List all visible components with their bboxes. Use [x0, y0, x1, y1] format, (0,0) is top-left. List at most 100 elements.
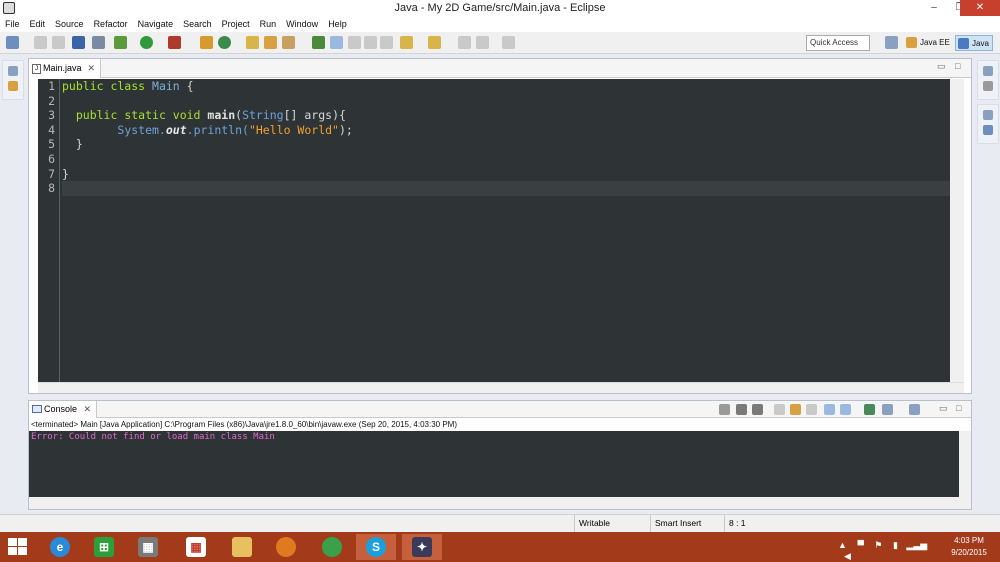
app-icon[interactable]: ▦	[128, 534, 168, 560]
show-on-output-icon[interactable]	[824, 404, 835, 415]
line-number: 7	[48, 166, 55, 181]
new-java-project-icon[interactable]	[200, 36, 213, 49]
new-icon[interactable]	[6, 36, 19, 49]
eclipse-icon[interactable]: ✦	[402, 534, 442, 560]
line-number-gutter: 1 2 3 4 5 6 7 8	[38, 79, 60, 382]
menu-edit[interactable]: Edit	[25, 16, 51, 32]
console-vertical-scrollbar[interactable]	[959, 431, 971, 497]
prev-annotation-icon[interactable]	[428, 36, 441, 49]
battery-icon[interactable]: ▮	[893, 540, 898, 550]
menu-window[interactable]: Window	[281, 16, 323, 32]
save-all-icon[interactable]	[52, 36, 65, 49]
code-line-current	[62, 181, 950, 196]
chevron-up-icon[interactable]: ▲	[838, 540, 847, 550]
menu-help[interactable]: Help	[323, 16, 352, 32]
block-selection-icon[interactable]	[348, 36, 361, 49]
network-icon[interactable]: ▂▃▅	[906, 540, 927, 550]
pin-console-icon[interactable]	[864, 404, 875, 415]
restore-icon[interactable]	[983, 110, 993, 120]
volume-icon[interactable]: ◀	[844, 551, 851, 561]
code-punct: }	[62, 166, 69, 181]
code-area[interactable]: 1 2 3 4 5 6 7 8 public class Main { publ…	[38, 79, 950, 382]
display-console-icon[interactable]	[882, 404, 893, 415]
editor-panel: J Main.java ✕ ▭ □ 1 2 3 4 5 6 7 8 public…	[28, 58, 972, 394]
menu-refactor[interactable]: Refactor	[89, 16, 133, 32]
app-grid-icon[interactable]: ▦	[176, 534, 216, 560]
forward-icon[interactable]	[502, 36, 515, 49]
line-number: 8	[48, 181, 55, 196]
maximize-view-icon[interactable]: □	[956, 403, 961, 413]
maximize-view-icon[interactable]: □	[955, 61, 960, 71]
minimize-button[interactable]: –	[921, 0, 947, 16]
last-edit-icon[interactable]	[458, 36, 471, 49]
restore-icon[interactable]	[8, 66, 18, 76]
external-tools-icon[interactable]	[168, 36, 181, 49]
save-icon[interactable]	[34, 36, 47, 49]
main-toolbar: Quick Access Java EE Java	[0, 32, 1000, 54]
open-type-icon[interactable]	[246, 36, 259, 49]
back-icon[interactable]	[476, 36, 489, 49]
file-explorer-icon[interactable]	[222, 534, 262, 560]
scroll-lock-icon[interactable]	[790, 404, 801, 415]
open-folder-icon[interactable]	[264, 36, 277, 49]
code-class-name: Main	[152, 79, 180, 93]
menu-file[interactable]: File	[0, 16, 25, 32]
line-number: 6	[48, 151, 55, 166]
close-button[interactable]: ✕	[960, 0, 1000, 16]
menu-run[interactable]: Run	[255, 16, 282, 32]
editor-horizontal-scrollbar[interactable]	[38, 382, 964, 393]
open-perspective-icon[interactable]	[885, 36, 898, 49]
search-icon[interactable]	[282, 36, 295, 49]
open-console-icon[interactable]	[909, 404, 920, 415]
quick-access-input[interactable]: Quick Access	[806, 35, 870, 51]
console-tab[interactable]: Console ✕	[29, 401, 97, 418]
word-wrap-icon[interactable]	[806, 404, 817, 415]
show-whitespace-icon[interactable]	[380, 36, 393, 49]
outline-icon[interactable]	[983, 125, 993, 135]
close-tab-icon[interactable]: ✕	[87, 59, 95, 78]
flag-icon[interactable]: ⚑	[874, 540, 882, 550]
remove-all-launches-icon[interactable]	[752, 404, 763, 415]
skip-breakpoints-icon[interactable]	[92, 36, 105, 49]
highlight-icon[interactable]	[330, 36, 343, 49]
show-on-error-icon[interactable]	[840, 404, 851, 415]
console-output[interactable]: Error: Could not find or load main class…	[29, 431, 959, 497]
status-insert-mode: Smart Insert	[650, 515, 722, 532]
firefox-icon[interactable]	[266, 534, 306, 560]
line-number: 2	[48, 93, 55, 108]
package-explorer-icon[interactable]	[8, 81, 18, 91]
menu-source[interactable]: Source	[50, 16, 89, 32]
internet-explorer-icon[interactable]: e	[40, 534, 80, 560]
word-wrap-icon[interactable]	[364, 36, 377, 49]
chrome-icon[interactable]	[312, 534, 352, 560]
clear-console-icon[interactable]	[774, 404, 785, 415]
system-clock[interactable]: 4:03 PM 9/20/2015	[940, 535, 998, 559]
menu-navigate[interactable]: Navigate	[133, 16, 179, 32]
windows-start-icon[interactable]	[8, 538, 28, 556]
debug-icon[interactable]	[114, 36, 127, 49]
menu-project[interactable]: Project	[217, 16, 255, 32]
restore-icon[interactable]	[983, 66, 993, 76]
menu-search[interactable]: Search	[178, 16, 217, 32]
editor-tab-main-java[interactable]: J Main.java ✕	[29, 59, 101, 78]
terminal-icon[interactable]	[72, 36, 85, 49]
task-list-icon[interactable]	[983, 81, 993, 91]
close-tab-icon[interactable]: ✕	[83, 401, 91, 418]
store-icon[interactable]: ⊞	[84, 534, 124, 560]
minimize-view-icon[interactable]: ▭	[939, 403, 948, 414]
perspective-java[interactable]: Java	[955, 35, 993, 51]
run-icon[interactable]	[140, 36, 153, 49]
terminate-icon[interactable]	[719, 404, 730, 415]
minimize-view-icon[interactable]: ▭	[937, 61, 946, 72]
skype-icon[interactable]: S	[356, 534, 396, 560]
perspective-java-ee[interactable]: Java EE	[904, 35, 953, 51]
remove-launch-icon[interactable]	[736, 404, 747, 415]
toggle-mark-icon[interactable]	[312, 36, 325, 49]
new-class-icon[interactable]	[218, 36, 231, 49]
window-title: Java - My 2D Game/src/Main.java - Eclips…	[394, 2, 606, 14]
console-horizontal-scrollbar[interactable]	[29, 497, 971, 509]
action-center-icon[interactable]: ▀	[857, 540, 863, 550]
next-annotation-icon[interactable]	[400, 36, 413, 49]
editor-vertical-scrollbar[interactable]	[950, 79, 964, 382]
